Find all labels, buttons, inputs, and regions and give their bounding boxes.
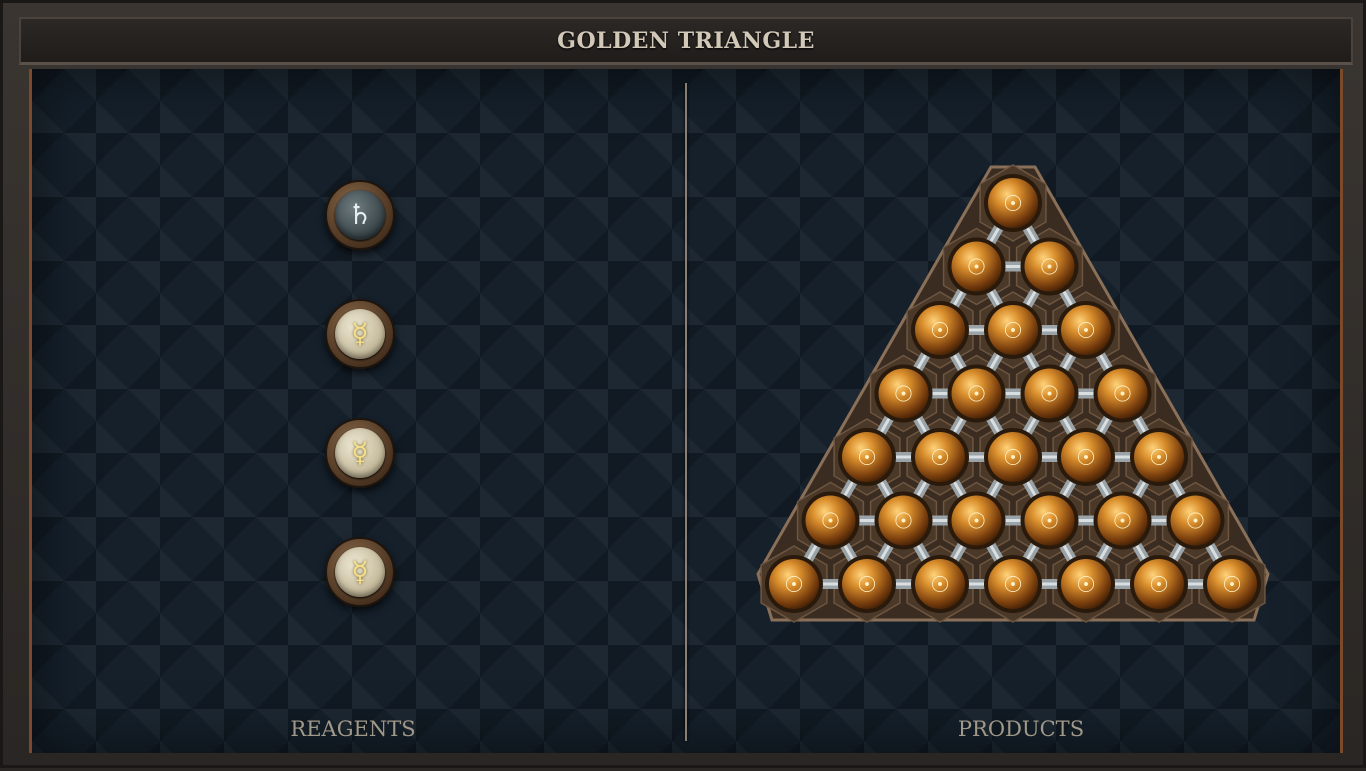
puzzle-window: GOLDEN TRIANGLE ♄ ☿ ☿ ☿ ☉ ☉ ☉ ☉ ☉ ☉ ☉ ☉ …	[0, 0, 1366, 768]
sun-gold-icon: ☉	[930, 446, 950, 471]
gold-atom[interactable]: ☉	[1203, 555, 1261, 613]
gold-atom[interactable]: ☉	[911, 301, 969, 359]
gold-atom[interactable]: ☉	[838, 555, 896, 613]
sun-gold-icon: ☉	[1003, 446, 1023, 471]
gold-atom[interactable]: ☉	[1020, 491, 1079, 550]
sun-gold-icon: ☉	[1040, 383, 1060, 408]
gold-atom[interactable]: ☉	[947, 364, 1006, 423]
sun-gold-icon: ☉	[1113, 383, 1133, 408]
gold-atom[interactable]: ☉	[984, 555, 1042, 613]
reagents-label: REAGENTS	[290, 717, 416, 741]
sun-gold-icon: ☉	[857, 446, 877, 471]
sun-gold-icon: ☉	[894, 383, 914, 408]
gold-atom[interactable]: ☉	[1130, 555, 1188, 613]
sun-gold-icon: ☉	[1222, 573, 1242, 598]
sun-gold-icon: ☉	[1003, 573, 1023, 598]
gold-atom[interactable]: ☉	[1166, 491, 1225, 550]
sun-gold-icon: ☉	[784, 573, 804, 598]
sun-gold-icon: ☉	[1149, 573, 1169, 598]
gold-atom[interactable]: ☉	[947, 491, 1006, 550]
gold-atom[interactable]: ☉	[1093, 364, 1152, 423]
sun-gold-icon: ☉	[1040, 510, 1060, 535]
gold-atom[interactable]: ☉	[765, 555, 823, 613]
sun-gold-icon: ☉	[1149, 446, 1169, 471]
gold-atom[interactable]: ☉	[947, 237, 1006, 296]
gold-atom[interactable]: ☉	[838, 428, 896, 486]
gold-atom[interactable]: ☉	[1020, 237, 1079, 296]
gold-atom[interactable]: ☉	[911, 428, 969, 486]
gold-atom[interactable]: ☉	[1130, 428, 1188, 486]
sun-gold-icon: ☉	[967, 383, 987, 408]
sun-gold-icon: ☉	[1076, 573, 1096, 598]
gold-atom[interactable]: ☉	[1020, 364, 1079, 423]
gold-atom[interactable]: ☉	[801, 491, 860, 550]
sun-gold-icon: ☉	[967, 510, 987, 535]
sun-gold-icon: ☉	[930, 319, 950, 344]
gold-atom[interactable]: ☉	[984, 428, 1042, 486]
sun-gold-icon: ☉	[1040, 256, 1060, 281]
gold-atom[interactable]: ☉	[1057, 555, 1115, 613]
gold-atom[interactable]: ☉	[1093, 491, 1152, 550]
sun-gold-icon: ☉	[967, 256, 987, 281]
sun-gold-icon: ☉	[1186, 510, 1206, 535]
gold-atom[interactable]: ☉	[984, 301, 1042, 359]
sun-gold-icon: ☉	[1113, 510, 1133, 535]
products-label: PRODUCTS	[957, 717, 1085, 741]
sun-gold-icon: ☉	[1076, 319, 1096, 344]
gold-atom[interactable]: ☉	[911, 555, 969, 613]
gold-atom[interactable]: ☉	[874, 364, 933, 423]
sun-gold-icon: ☉	[894, 510, 914, 535]
sun-gold-icon: ☉	[1076, 446, 1096, 471]
sun-gold-icon: ☉	[821, 510, 841, 535]
sun-gold-icon: ☉	[1003, 319, 1023, 344]
sun-gold-icon: ☉	[930, 573, 950, 598]
gold-atom[interactable]: ☉	[1057, 301, 1115, 359]
gold-atom[interactable]: ☉	[984, 174, 1042, 232]
gold-atom[interactable]: ☉	[1057, 428, 1115, 486]
sun-gold-icon: ☉	[1003, 192, 1023, 217]
sun-gold-icon: ☉	[857, 573, 877, 598]
gold-atom[interactable]: ☉	[874, 491, 933, 550]
gold-triangle-molecule[interactable]: ☉ ☉ ☉ ☉ ☉ ☉ ☉ ☉ ☉ ☉ ☉ ☉ ☉ ☉ ☉ ☉ ☉ ☉ ☉ ☉ ☉ ☉ ☉ ☉ ☉ ☉ ☉ ☉	[3, 3, 1366, 771]
